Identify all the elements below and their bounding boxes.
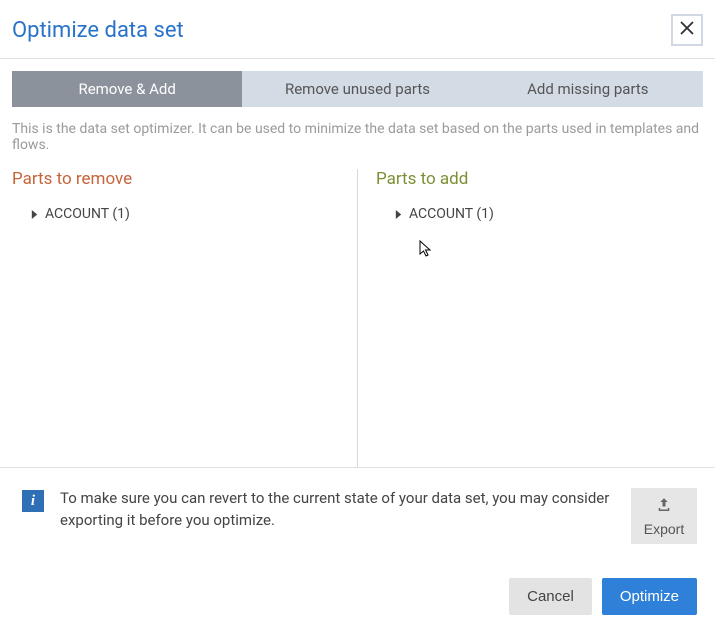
info-icon: i — [22, 490, 44, 512]
dialog-header: Optimize data set — [0, 0, 715, 59]
remove-item-label: ACCOUNT (1) — [45, 206, 130, 222]
columns-wrapper: Parts to remove ACCOUNT (1) Parts to add… — [0, 157, 715, 467]
parts-to-add-title: Parts to add — [376, 169, 703, 189]
close-icon — [678, 19, 696, 41]
export-label: Export — [644, 521, 684, 537]
export-button[interactable]: Export — [631, 488, 697, 544]
tab-bar: Remove & Add Remove unused parts Add mis… — [12, 71, 703, 107]
export-icon — [655, 496, 673, 517]
caret-right-icon — [394, 210, 403, 219]
add-item-label: ACCOUNT (1) — [409, 206, 494, 222]
info-bar: i To make sure you can revert to the cur… — [0, 467, 715, 564]
tab-add-missing[interactable]: Add missing parts — [473, 71, 703, 107]
parts-to-remove-column: Parts to remove ACCOUNT (1) — [12, 169, 357, 467]
close-button[interactable] — [671, 14, 703, 46]
dialog-title: Optimize data set — [12, 18, 184, 43]
caret-right-icon — [30, 210, 39, 219]
tab-remove-unused[interactable]: Remove unused parts — [242, 71, 472, 107]
parts-to-add-column: Parts to add ACCOUNT (1) — [357, 169, 703, 467]
optimize-button[interactable]: Optimize — [602, 578, 697, 615]
tab-remove-and-add[interactable]: Remove & Add — [12, 71, 242, 107]
remove-tree-item[interactable]: ACCOUNT (1) — [12, 203, 339, 225]
add-tree-item[interactable]: ACCOUNT (1) — [376, 203, 703, 225]
optimizer-description: This is the data set optimizer. It can b… — [0, 107, 715, 157]
cancel-button[interactable]: Cancel — [509, 578, 592, 615]
parts-to-remove-title: Parts to remove — [12, 169, 339, 189]
info-text: To make sure you can revert to the curre… — [60, 488, 615, 532]
dialog-footer: Cancel Optimize — [0, 564, 715, 629]
